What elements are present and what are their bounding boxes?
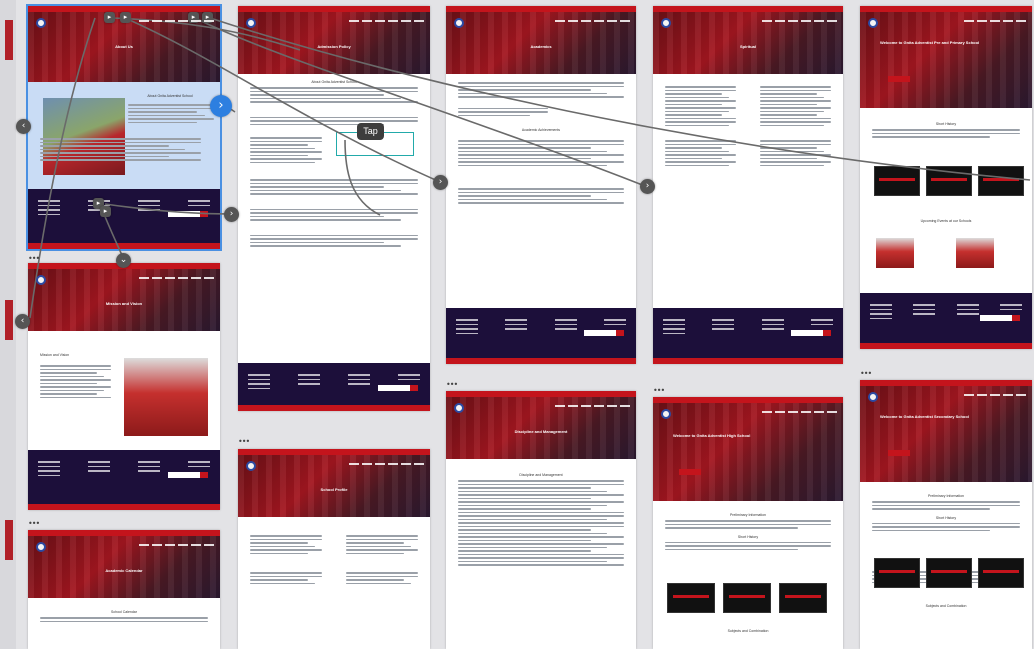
section-title: Preliminary Information: [730, 513, 766, 517]
cta-button[interactable]: [888, 76, 910, 82]
school-logo: [36, 18, 46, 28]
site-footer: [28, 450, 220, 510]
frame-options-icon[interactable]: •••: [860, 369, 872, 378]
frame-home-primary[interactable]: Welcome to Gnita Adventist Pre and Prima…: [860, 6, 1032, 349]
frame-admission[interactable]: Admission Policy About Gnita Adventist S…: [238, 6, 430, 411]
hero-title: Discipline and Management: [514, 429, 568, 434]
hero-title: Admission Policy: [317, 44, 351, 49]
frame-spiritual[interactable]: Spiritual: [653, 6, 843, 364]
connection-handle[interactable]: ▸: [100, 206, 111, 217]
hero-title: Welcome to Gnita Adventist High School: [673, 433, 751, 438]
hero-title: Mission and Vision: [105, 301, 143, 306]
history-title: Short History: [935, 515, 957, 520]
frame-about-us[interactable]: About Us About Gnita Adventist School: [26, 4, 222, 251]
prev-arrow-icon[interactable]: ‹: [16, 119, 31, 134]
section-title: Short History: [935, 122, 957, 126]
section-title: Discipline and Management: [519, 473, 563, 477]
section-title: About Gnita Adventist School: [147, 94, 193, 98]
connection-handle[interactable]: ▸: [120, 12, 131, 23]
hero-title: Spiritual: [739, 44, 756, 49]
subjects-title: Subjects and Combination: [925, 604, 967, 608]
frame-options-icon[interactable]: •••: [446, 380, 458, 389]
frame-academics[interactable]: Academics Academic Achievements: [446, 6, 636, 364]
subjects-title: Subjects and Combination: [727, 629, 769, 633]
school-logo: [246, 18, 256, 28]
tap-trigger-label[interactable]: Tap: [357, 123, 384, 140]
site-footer: [446, 308, 636, 364]
next-arrow-icon[interactable]: ›: [640, 179, 655, 194]
school-card[interactable]: [874, 166, 920, 196]
frame-calendar[interactable]: Academic Calendar School Calendar: [28, 530, 220, 649]
hero-title: About Us: [115, 44, 133, 49]
frame-home-secondary[interactable]: Welcome to Gnita Adventist Secondary Sch…: [860, 380, 1032, 649]
frame-school-profile[interactable]: School Profile: [238, 449, 430, 649]
prototype-canvas[interactable]: About Us About Gnita Adventist School Ad…: [0, 0, 1034, 649]
hero-title: Academic Calendar: [105, 568, 143, 573]
history-title: Short History: [737, 534, 759, 539]
frame-options-icon[interactable]: •••: [28, 254, 40, 263]
chevron-down-icon[interactable]: ⌄: [116, 253, 131, 268]
frame-mission[interactable]: Mission and Vision Mission and Vision: [28, 263, 220, 510]
hero-title: Academics: [530, 44, 552, 49]
frame-options-icon[interactable]: •••: [653, 386, 665, 395]
frame-discipline[interactable]: Discipline and Management Discipline and…: [446, 391, 636, 649]
site-footer: [238, 363, 430, 411]
left-panel-edge: [0, 0, 16, 649]
section-title: About Gnita Adventist School: [311, 80, 357, 84]
hero-title: Welcome to Gnita Adventist Pre and Prima…: [880, 40, 980, 45]
school-card[interactable]: [978, 166, 1024, 196]
frame-options-icon[interactable]: •••: [238, 437, 250, 446]
section-title: Preliminary Information: [928, 494, 964, 498]
students-photo: [124, 358, 208, 436]
frame-home-high[interactable]: Welcome to Gnita Adventist High School P…: [653, 397, 843, 649]
school-card[interactable]: [926, 558, 972, 588]
hero-title: Welcome to Gnita Adventist Secondary Sch…: [880, 414, 969, 419]
school-card[interactable]: [926, 166, 972, 196]
cta-button[interactable]: [888, 450, 910, 456]
cta-button[interactable]: [679, 469, 701, 475]
prev-arrow-icon[interactable]: ‹: [15, 314, 30, 329]
school-card[interactable]: [723, 583, 771, 613]
school-card[interactable]: [978, 558, 1024, 588]
school-card[interactable]: [779, 583, 827, 613]
upcoming-title: Upcoming Events at our Schools: [920, 219, 972, 223]
frame-options-icon[interactable]: •••: [28, 519, 40, 528]
site-footer: [860, 293, 1032, 349]
hero-title: School Profile: [320, 487, 348, 492]
next-arrow-icon[interactable]: ›: [224, 207, 239, 222]
section-title: Academic Achievements: [521, 128, 561, 132]
site-footer: [28, 189, 220, 249]
site-footer: [653, 308, 843, 364]
section-title: Mission and Vision: [40, 353, 70, 357]
section-title: School Calendar: [111, 610, 137, 614]
nav-menu[interactable]: [139, 20, 214, 22]
next-arrow-icon[interactable]: ›: [433, 175, 448, 190]
school-card[interactable]: [874, 558, 920, 588]
next-arrow-icon[interactable]: ›: [210, 95, 232, 117]
connection-handle[interactable]: ▸: [104, 12, 115, 23]
school-card[interactable]: [667, 583, 715, 613]
